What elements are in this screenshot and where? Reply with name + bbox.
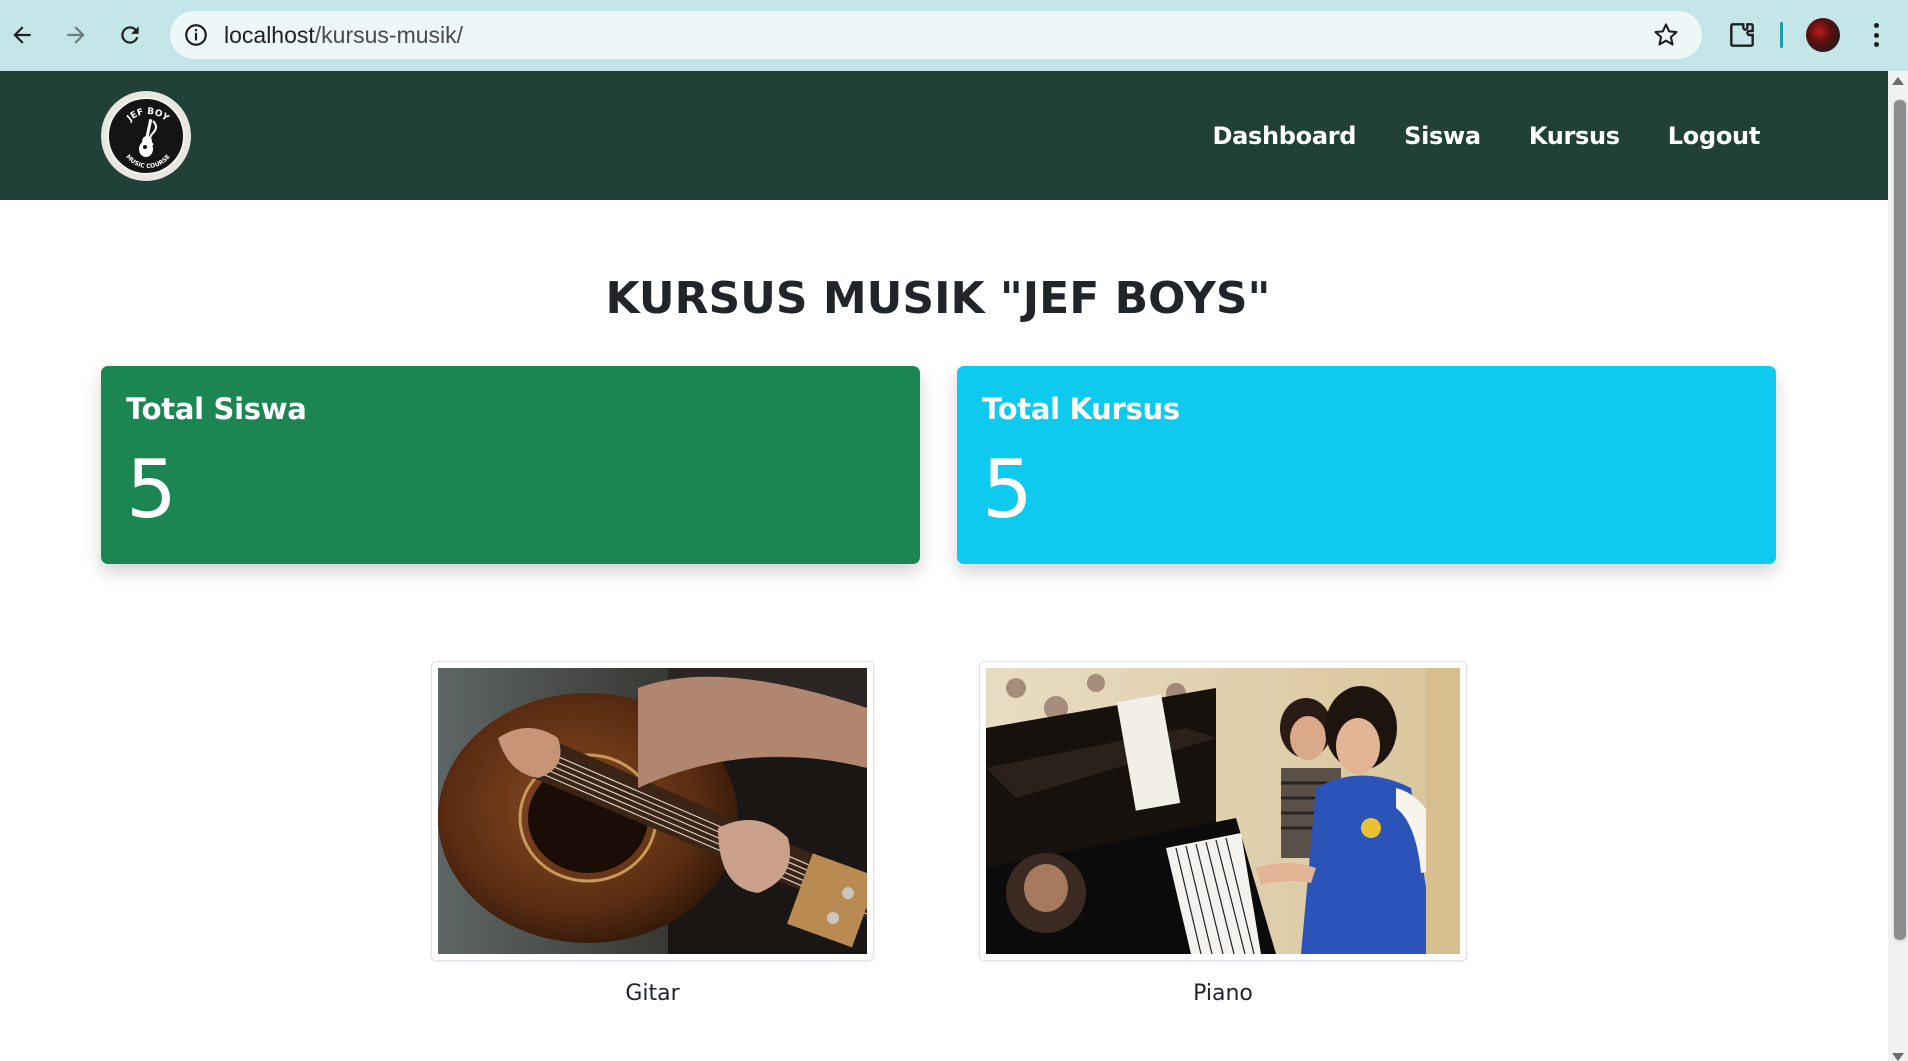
back-icon (13, 26, 31, 44)
total-siswa-card: Total Siswa 5 (101, 366, 920, 564)
page-title: KURSUS MUSIK "JEF BOYS" (605, 273, 1271, 324)
gallery-caption: Gitar (625, 981, 680, 1006)
profile-avatar[interactable] (1806, 18, 1840, 52)
image-frame (979, 661, 1467, 961)
card-value: 5 (126, 443, 177, 536)
url-path: /kursus-musik/ (314, 21, 464, 48)
page-scrollbar[interactable] (1888, 71, 1908, 1061)
scroll-up-icon[interactable] (1892, 77, 1904, 85)
nav-siswa[interactable]: Siswa (1404, 122, 1481, 150)
reload-icon (121, 26, 139, 44)
svg-text:JEF BOY: JEF BOY (125, 107, 171, 125)
gallery-caption: Piano (1193, 981, 1253, 1006)
card-label: Total Kursus (982, 392, 1180, 426)
nav-dashboard[interactable]: Dashboard (1212, 122, 1356, 150)
url-host: localhost (224, 21, 315, 48)
toolbar-divider (1780, 22, 1783, 48)
image-frame (431, 661, 874, 961)
address-bar[interactable]: localhost/kursus-musik/ (170, 11, 1702, 59)
forward-button[interactable] (58, 17, 94, 53)
forward-icon (67, 26, 85, 44)
site-navbar: JEF BOY MUSIC COURSE Dashboard Siswa Kur… (0, 71, 1888, 200)
guitar-photo (438, 668, 867, 954)
browser-toolbar: localhost/kursus-musik/ (0, 0, 1908, 71)
piano-photo (986, 668, 1460, 954)
gallery-item-piano: Piano (979, 661, 1467, 1006)
gallery-item-gitar: Gitar (431, 661, 874, 1006)
nav-links: Dashboard Siswa Kursus Logout (1212, 71, 1760, 200)
reload-button[interactable] (112, 17, 148, 53)
card-value: 5 (982, 443, 1033, 536)
guitar-logo-icon: JEF BOY MUSIC COURSE (124, 107, 171, 170)
page-viewport: JEF BOY MUSIC COURSE Dashboard Siswa Kur… (0, 71, 1908, 1061)
scrollbar-thumb[interactable] (1893, 99, 1907, 941)
card-label: Total Siswa (126, 392, 307, 426)
menu-icon[interactable] (1866, 18, 1886, 52)
url-text[interactable]: localhost/kursus-musik/ (224, 22, 463, 49)
bookmark-star-icon[interactable] (1652, 21, 1680, 49)
site-info-icon[interactable] (182, 21, 210, 49)
total-kursus-card: Total Kursus 5 (957, 366, 1776, 564)
site-logo[interactable]: JEF BOY MUSIC COURSE (101, 91, 191, 181)
nav-kursus[interactable]: Kursus (1529, 122, 1620, 150)
scroll-down-icon[interactable] (1892, 1053, 1904, 1061)
logo-emblem: JEF BOY MUSIC COURSE (107, 97, 185, 175)
extensions-icon[interactable] (1726, 19, 1758, 51)
nav-logout[interactable]: Logout (1668, 122, 1761, 150)
back-button[interactable] (4, 17, 40, 53)
